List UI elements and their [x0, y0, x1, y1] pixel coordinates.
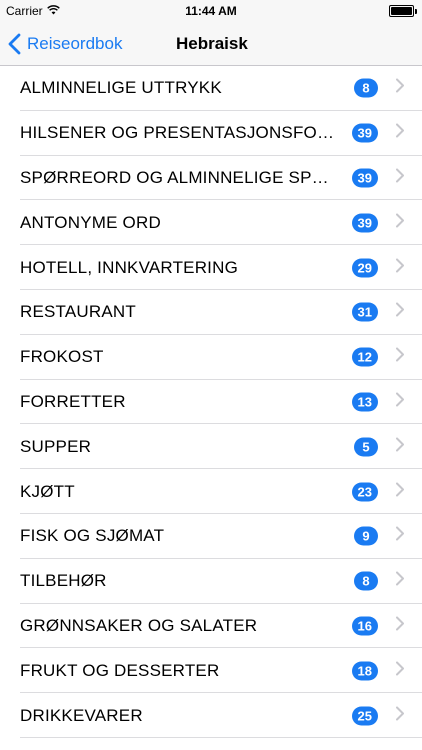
list-item[interactable]: 20 [0, 738, 422, 750]
list-item-label: SPØRREORD OG ALMINNELIGE SPØ… [20, 167, 338, 187]
list-item-label: HOTELL, INNKVARTERING [20, 257, 239, 277]
count-badge: 23 [351, 482, 378, 502]
list-item[interactable]: KJØTT 23 [0, 469, 422, 514]
count-badge: 39 [351, 213, 378, 233]
back-button-label: Reiseordbok [27, 34, 123, 53]
count-badge: 8 [354, 571, 378, 591]
list-item[interactable]: FROKOST 12 [0, 335, 422, 380]
list-item[interactable]: DRIKKEVARER 25 [0, 693, 422, 738]
chevron-right-icon [396, 302, 404, 322]
list-item-label: HILSENER OG PRESENTASJONSFOR… [20, 123, 338, 143]
count-badge: 29 [351, 258, 378, 278]
chevron-right-icon [396, 123, 404, 143]
chevron-right-icon [396, 482, 404, 501]
chevron-right-icon [396, 526, 404, 546]
list-item-label: FORRETTER [20, 391, 126, 411]
list-item[interactable]: TILBEHØR 8 [0, 559, 422, 604]
list-item-label: TILBEHØR [20, 571, 107, 591]
status-time: 11:44 AM [185, 4, 237, 18]
list-item[interactable]: FORRETTER 13 [0, 380, 422, 425]
count-badge: 31 [351, 302, 378, 322]
list-item-label: FRUKT OG DESSERTER [20, 660, 220, 680]
list-item[interactable]: HILSENER OG PRESENTASJONSFOR… 39 [0, 111, 422, 156]
chevron-right-icon [396, 437, 404, 456]
chevron-right-icon [396, 616, 404, 635]
chevron-right-icon [396, 258, 404, 277]
list-item-label: ANTONYME ORD [20, 212, 161, 232]
list-item[interactable]: ANTONYME ORD 39 [0, 200, 422, 245]
screen: Carrier 11:44 AM Reiseordbok Hebraisk AL… [0, 0, 422, 750]
chevron-right-icon [396, 78, 404, 98]
status-bar: Carrier 11:44 AM [0, 0, 422, 22]
chevron-right-icon [396, 168, 404, 187]
count-badge: 25 [351, 706, 378, 726]
count-badge: 16 [351, 616, 378, 636]
chevron-right-icon [396, 347, 404, 367]
chevron-right-icon [396, 571, 404, 591]
list-item-label: GRØNNSAKER OG SALATER [20, 615, 258, 635]
count-badge: 13 [351, 392, 378, 412]
count-badge: 9 [354, 526, 378, 546]
navigation-bar: Reiseordbok Hebraisk [0, 22, 422, 66]
list-item[interactable]: FISK OG SJØMAT 9 [0, 514, 422, 559]
count-badge: 8 [354, 78, 378, 98]
list-item[interactable]: HOTELL, INNKVARTERING 29 [0, 245, 422, 290]
list-item[interactable]: SPØRREORD OG ALMINNELIGE SPØ… 39 [0, 156, 422, 201]
page-title: Hebraisk [176, 34, 248, 53]
list-item-label: SUPPER [20, 436, 92, 456]
list-item-label: FISK OG SJØMAT [20, 526, 165, 546]
list-item[interactable]: FRUKT OG DESSERTER 18 [0, 648, 422, 693]
chevron-right-icon [396, 706, 404, 725]
chevron-right-icon [396, 213, 404, 232]
list-item[interactable]: GRØNNSAKER OG SALATER 16 [0, 604, 422, 649]
chevron-left-icon [8, 33, 21, 55]
list-item-label: FROKOST [20, 347, 104, 367]
list-item-label: RESTAURANT [20, 302, 136, 322]
count-badge: 39 [351, 123, 378, 143]
list-item[interactable]: RESTAURANT 31 [0, 290, 422, 335]
category-list: ALMINNELIGE UTTRYKK 8 HILSENER OG PRESENTA… [0, 66, 422, 750]
list-item-label: DRIKKEVARER [20, 705, 143, 725]
chevron-right-icon [396, 392, 404, 411]
list-item-label: ALMINNELIGE UTTRYKK [20, 78, 222, 98]
list-item[interactable]: ALMINNELIGE UTTRYKK 8 [0, 66, 422, 111]
count-badge: 39 [351, 168, 378, 188]
chevron-right-icon [396, 661, 404, 680]
list-item-label: KJØTT [20, 481, 75, 501]
battery-icon [389, 5, 417, 17]
back-button[interactable]: Reiseordbok [8, 22, 122, 66]
count-badge: 12 [351, 347, 378, 367]
count-badge: 5 [354, 437, 378, 457]
list-item[interactable]: SUPPER 5 [0, 424, 422, 469]
count-badge: 18 [351, 661, 378, 681]
